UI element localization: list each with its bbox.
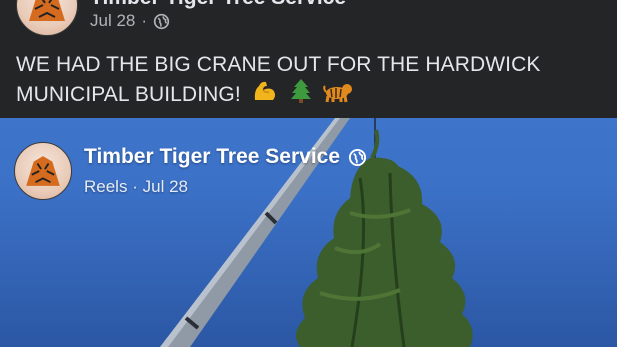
globe-icon [153,13,170,29]
tiger-logo-icon [29,0,65,21]
post-date[interactable]: Jul 28 [90,11,135,31]
globe-icon [348,148,367,166]
reel-page-name[interactable]: Timber Tiger Tree Service [84,145,340,169]
meta-separator: · [141,11,148,30]
post-header: Timber Tiger Tree Service Jul 28 · WE HA… [0,0,617,118]
reel-title-row: Timber Tiger Tree Service [84,145,367,169]
flexed-biceps-icon [254,81,275,100]
reel-meta: Reels · Jul 28 [84,177,188,197]
meta-separator: · [132,177,138,196]
reel-video[interactable]: Timber Tiger Tree Service Reels · Jul 28 [0,118,617,347]
reel-date[interactable]: Jul 28 [143,177,188,196]
tiger-logo-icon [26,156,60,186]
post-text: WE HAD THE BIG CRANE OUT FOR THE HARDWIC… [16,51,606,108]
page-avatar[interactable] [16,0,78,36]
reel-label[interactable]: Reels [84,177,127,196]
evergreen-tree-icon [290,79,311,103]
tiger-icon [322,84,352,103]
reel-page-avatar[interactable] [14,142,72,200]
post-page-name[interactable]: Timber Tiger Tree Service [90,0,346,10]
post-meta: Jul 28 · [90,11,170,31]
